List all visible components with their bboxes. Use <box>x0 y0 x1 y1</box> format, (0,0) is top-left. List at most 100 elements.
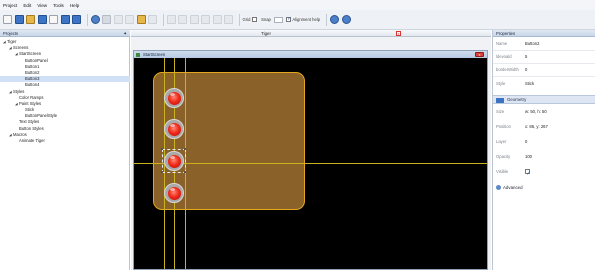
projects-header: Projects ✦ <box>0 30 130 37</box>
projects-title: Projects <box>3 31 19 36</box>
add-icon[interactable] <box>90 15 100 24</box>
pin-icon[interactable]: ✦ <box>123 30 127 37</box>
expand-icon <box>496 185 501 190</box>
screen-icon <box>136 52 140 57</box>
menu-view[interactable]: View <box>37 3 47 8</box>
window-close-button[interactable]: x <box>475 52 484 57</box>
menu-project[interactable]: Project <box>3 3 17 8</box>
tab-tiger[interactable]: Tiger <box>131 30 401 37</box>
cut-icon[interactable] <box>113 15 123 24</box>
toolbar-separator <box>326 13 328 26</box>
align-top-icon[interactable] <box>201 15 210 24</box>
align-left-icon[interactable] <box>166 15 176 24</box>
new-file-icon[interactable] <box>3 15 12 24</box>
tree-item[interactable]: Animate Tiger <box>0 138 130 144</box>
property-row[interactable]: borderWidth 0 <box>493 64 595 76</box>
button1[interactable] <box>164 88 184 108</box>
snap-toggle[interactable]: Snap <box>261 17 271 22</box>
save-icon[interactable] <box>60 15 70 24</box>
alignment-help-toggle[interactable]: Alignment help <box>285 16 321 22</box>
property-label: ldevoald <box>496 54 512 59</box>
align-center-icon[interactable] <box>178 15 187 24</box>
property-label: Name <box>496 41 508 46</box>
property-row[interactable]: Style Stick <box>493 78 595 90</box>
button2[interactable] <box>164 119 184 139</box>
property-row[interactable]: ldevoald 5 <box>493 51 595 63</box>
property-label: Position <box>496 124 511 129</box>
alignment-guide-horizontal <box>134 163 487 164</box>
properties-title: Properties <box>496 31 516 36</box>
preview-icon[interactable] <box>330 15 340 24</box>
align-middle-icon[interactable] <box>212 15 222 24</box>
toolbar: Grid Snap Alignment help <box>0 10 595 30</box>
menu-tools[interactable]: Tools <box>53 3 64 8</box>
resize-handle[interactable] <box>161 171 163 173</box>
open-icon[interactable] <box>37 15 47 24</box>
run-icon[interactable] <box>341 15 351 24</box>
property-value[interactable]: 5 <box>525 51 527 63</box>
property-value[interactable]: 0 <box>525 64 527 76</box>
remove-icon[interactable] <box>102 15 111 24</box>
property-row[interactable]: Name Button2 <box>493 38 595 50</box>
paste-icon[interactable] <box>125 15 134 24</box>
editor-tab-strip: Tiger x <box>131 30 491 37</box>
property-value[interactable]: 100 <box>525 151 532 163</box>
resize-handle[interactable] <box>161 148 163 150</box>
property-value[interactable]: Stick <box>525 78 534 90</box>
geometry-section-header[interactable]: Geometry <box>493 95 595 104</box>
undo-icon[interactable] <box>148 15 157 24</box>
visible-checkbox[interactable] <box>525 168 530 180</box>
startscreen-window: StartScreen x <box>133 50 488 270</box>
align-bottom-icon[interactable] <box>224 15 233 24</box>
geometry-icon <box>496 97 504 103</box>
menu-edit[interactable]: Edit <box>23 3 31 8</box>
grid-checkbox[interactable] <box>251 17 257 22</box>
alignment-help-checkbox[interactable] <box>285 16 291 22</box>
align-right-icon[interactable] <box>189 15 199 24</box>
property-row[interactable]: Layer 0 <box>493 136 595 148</box>
button1-shine <box>170 93 175 96</box>
tree-item-label: ButtonPanelStyle <box>25 113 58 119</box>
property-value[interactable]: w: 50, h: 50 <box>525 106 547 118</box>
properties-header: Properties <box>493 30 595 37</box>
property-value[interactable]: Button2 <box>525 38 539 50</box>
toolbar-separator <box>162 13 164 26</box>
grid-toggle[interactable]: Grid <box>243 17 259 22</box>
toolbar-separator <box>86 13 88 26</box>
import-icon[interactable] <box>26 15 35 24</box>
button4[interactable] <box>164 183 184 203</box>
editor-area: Tiger x StartScreen x <box>131 30 491 270</box>
alignment-help-label: Alignment help <box>292 17 321 22</box>
tree-item-label: StartScreen <box>19 51 42 57</box>
property-row[interactable]: Opacity 100 <box>493 151 595 163</box>
property-value[interactable]: x: 86, y: 267 <box>525 121 548 133</box>
tree-item-label: Paint Styles <box>19 100 42 106</box>
save-all-icon[interactable] <box>72 15 81 24</box>
property-row[interactable]: Size w: 50, h: 50 <box>493 106 595 118</box>
copy-icon[interactable] <box>49 15 58 24</box>
button4-shine <box>170 188 175 191</box>
startscreen-titlebar[interactable]: StartScreen x <box>134 51 487 58</box>
toolbar-separator <box>238 13 240 26</box>
grid-size-input[interactable] <box>273 16 283 23</box>
tree-item-label: Screens <box>13 45 29 51</box>
tree-item-label: Tiger <box>7 39 17 44</box>
tree-item-label: Animate Tiger <box>19 138 45 143</box>
tree-item-label: Macros <box>13 131 27 137</box>
property-row[interactable]: Visible <box>493 166 595 180</box>
button2-shine <box>170 124 175 127</box>
property-label: Layer <box>496 139 507 144</box>
edit-icon[interactable] <box>136 15 146 24</box>
selection-box[interactable] <box>162 149 186 173</box>
design-canvas[interactable] <box>134 58 487 269</box>
property-value[interactable] <box>525 166 530 180</box>
resize-handle[interactable] <box>184 171 186 173</box>
menu-help[interactable]: Help <box>70 3 79 8</box>
tab-close-icon[interactable]: x <box>396 31 401 36</box>
property-value[interactable]: 0 <box>525 136 527 148</box>
resize-handle[interactable] <box>184 148 186 150</box>
property-row[interactable]: Position x: 86, y: 267 <box>493 121 595 133</box>
tree-item-label: Stick <box>25 107 35 113</box>
advanced-section[interactable]: Advanced <box>496 184 523 190</box>
new-screen-icon[interactable] <box>14 15 24 24</box>
